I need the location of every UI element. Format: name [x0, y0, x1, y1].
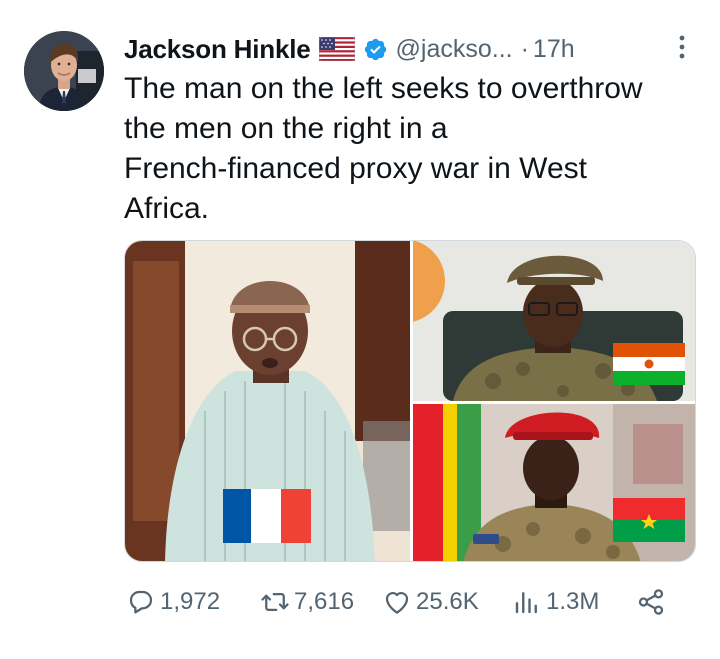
- more-options-icon[interactable]: [674, 32, 690, 62]
- retweet-icon: [261, 593, 289, 611]
- media-image-top-right[interactable]: [413, 241, 695, 401]
- tweet-card[interactable]: Jackson Hinkle @jackso... · 17h The man …: [0, 0, 720, 659]
- retweet-count: 7,616: [294, 588, 355, 615]
- avatar[interactable]: [24, 31, 104, 111]
- media-image-bottom-right[interactable]: [413, 404, 695, 561]
- media-grid: [124, 240, 696, 562]
- author-name[interactable]: Jackson Hinkle: [124, 34, 311, 65]
- reply-count: 1,972: [160, 588, 221, 615]
- us-flag-icon: [318, 36, 355, 62]
- action-bar: 1,972 7,616 25.6K 1.3M: [124, 582, 684, 622]
- timestamp[interactable]: 17h: [533, 35, 575, 64]
- avatar-image: [24, 31, 104, 111]
- tweet-text-line: French-financed proxy war in West: [124, 152, 587, 185]
- views-count: 1.3M: [546, 588, 600, 615]
- heart-icon: [385, 592, 409, 614]
- like-button[interactable]: 25.6K: [382, 582, 479, 622]
- share-button[interactable]: [636, 582, 666, 622]
- reply-button[interactable]: 1,972: [126, 582, 220, 622]
- separator-dot: ·: [520, 34, 529, 63]
- media-image-left[interactable]: [125, 241, 410, 561]
- tweet-text: The man on the left seeks to overthrow t…: [124, 69, 684, 229]
- like-count: 25.6K: [416, 588, 479, 615]
- views-button[interactable]: 1.3M: [512, 582, 599, 622]
- tweet-text-line: the men on the right in a: [124, 112, 448, 145]
- tweet-text-line: Africa.: [124, 192, 210, 225]
- verified-badge-icon[interactable]: [363, 37, 388, 62]
- author-handle[interactable]: @jackso...: [396, 35, 513, 64]
- retweet-button[interactable]: 7,616: [260, 582, 354, 622]
- share-icon: [638, 589, 664, 615]
- tweet-header: Jackson Hinkle @jackso... · 17h: [124, 30, 690, 68]
- views-icon: [515, 592, 537, 614]
- tweet-text-line: The man on the left seeks to overthrow: [124, 72, 643, 105]
- reply-icon: [129, 590, 153, 614]
